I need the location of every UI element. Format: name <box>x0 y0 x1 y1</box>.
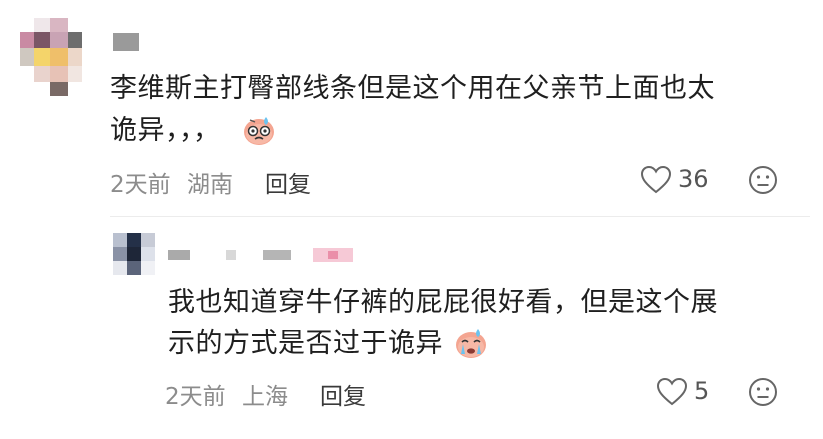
comment-location: 上海 <box>242 384 288 410</box>
avatar[interactable] <box>113 233 155 275</box>
divider <box>110 216 810 217</box>
comment-time: 2天前 <box>165 384 226 410</box>
heart-icon <box>656 377 688 406</box>
like-button[interactable] <box>656 377 688 407</box>
comment-text-line1: 我也知道穿牛仔裤的屁屁很好看，但是这个展 <box>168 287 718 318</box>
like-button[interactable] <box>640 165 672 195</box>
like-count: 5 <box>694 377 710 405</box>
comment-text-line2-text: 诡异，，， <box>110 115 221 146</box>
comment-text-line2: 诡异，，， <box>110 110 276 160</box>
unhappy-face-icon <box>749 166 777 194</box>
comment-location: 湖南 <box>187 172 233 198</box>
comment-text-line1: 李维斯主打臀部线条但是这个用在父亲节上面也太 <box>110 73 715 104</box>
unhappy-face-icon <box>749 378 777 406</box>
comment-text-line2: 示的方式是否过于诡异 <box>168 323 488 373</box>
dislike-face-button[interactable] <box>748 165 778 195</box>
reply-button[interactable]: 回复 <box>265 165 311 199</box>
comment-text-line2-text: 示的方式是否过于诡异 <box>168 328 443 359</box>
dislike-face-button[interactable] <box>748 377 778 407</box>
crying-face-emoji <box>454 326 488 373</box>
like-count: 36 <box>678 165 709 193</box>
username-blurred[interactable] <box>168 248 468 264</box>
reply-button[interactable]: 回复 <box>320 377 366 411</box>
username-blurred[interactable] <box>113 33 139 51</box>
heart-icon <box>640 165 672 194</box>
comment-time: 2天前 <box>110 172 171 198</box>
sweat-face-emoji <box>242 113 276 160</box>
avatar[interactable] <box>20 18 84 98</box>
